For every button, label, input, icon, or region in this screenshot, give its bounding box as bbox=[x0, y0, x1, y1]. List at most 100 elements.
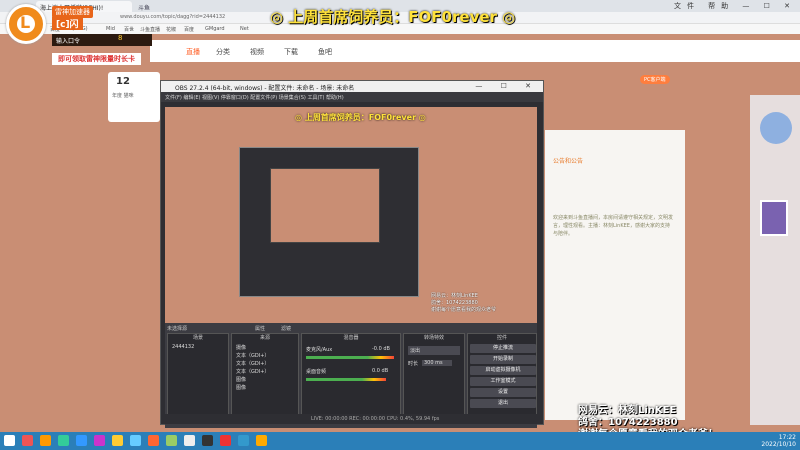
source-item[interactable]: 文本（GDI+） bbox=[236, 360, 269, 367]
exit-button[interactable]: 退出 bbox=[470, 399, 536, 408]
chat-header: 公告和公告 bbox=[553, 158, 584, 165]
source-item[interactable]: 图像 bbox=[236, 384, 246, 391]
mixer-channel-db: -0.0 dB bbox=[372, 346, 390, 352]
mixer-dock-title: 混音器 bbox=[343, 335, 359, 341]
app-icon[interactable] bbox=[76, 435, 87, 446]
nested-overlay-line: 鸽舍：1074223880 bbox=[431, 300, 478, 306]
bookmark-item[interactable]: 百世 bbox=[124, 26, 134, 33]
mixer-channel-db: 0.0 dB bbox=[372, 368, 389, 374]
clock-date: 2022/10/10 bbox=[761, 441, 796, 448]
sources-dock: 来源 摄像 文本（GDI+） 文本（GDI+） 文本（GDI+） 图像 图像 bbox=[231, 333, 299, 423]
chat-panel: 公告和公告 欢迎来到斗鱼直播间，本房间请遵守相关规定，文明发言，理性观看。主播：… bbox=[545, 130, 685, 420]
promo-text: 即可领取雷神限量时长卡 bbox=[52, 53, 141, 65]
volume-meter bbox=[306, 378, 386, 381]
transitions-dock: 转场特效 淡出 时长 300 ms bbox=[403, 333, 465, 423]
bookmark-item[interactable]: Net bbox=[240, 26, 249, 32]
duration-label: 时长 bbox=[408, 361, 419, 367]
bookmark-item[interactable]: 花椒 bbox=[166, 26, 176, 33]
nav-item-forum[interactable]: 鱼吧 bbox=[318, 47, 332, 57]
bookmark-item[interactable]: GMgard bbox=[205, 26, 225, 32]
taskbar: 17:22 2022/10/10 bbox=[0, 432, 800, 450]
controls-dock: 控件 停止推流 开始录制 启动虚拟摄像机 工作室模式 设置 退出 bbox=[467, 333, 537, 423]
promo-code-box: 输入口令 bbox=[52, 34, 152, 46]
source-item[interactable]: 文本（GDI+） bbox=[236, 352, 269, 359]
overlay-line-netease: 网易云：林刻LinKEE bbox=[578, 405, 677, 416]
window-controls[interactable]: 文件 帮助 — ☐ ✕ bbox=[674, 1, 796, 11]
app-icon[interactable] bbox=[166, 435, 177, 446]
right-sidebar bbox=[750, 95, 800, 425]
mixer-dock: 混音器 麦克风/Aux -0.0 dB 桌面音频 0.0 dB bbox=[301, 333, 401, 423]
overlay-line-qq: 鸽舍：1074223880 bbox=[578, 417, 678, 428]
accelerator-logo: L bbox=[6, 4, 46, 44]
nested-obs-window bbox=[239, 147, 419, 297]
duration-input[interactable]: 300 ms bbox=[422, 360, 452, 366]
studio-mode-button[interactable]: 工作室模式 bbox=[470, 377, 536, 386]
obs-window: OBS 27.2.4 (64-bit, windows) - 配置文件: 未命名… bbox=[160, 80, 544, 428]
browser-tab[interactable]: 斗鱼 bbox=[134, 1, 174, 12]
bookmark-item[interactable]: 斗鱼直播 bbox=[140, 26, 160, 33]
no-source-label: 未选择源 bbox=[167, 326, 188, 332]
nav-item-category[interactable]: 分类 bbox=[216, 47, 230, 57]
mixer-channel-name: 麦克风/Aux bbox=[306, 347, 333, 353]
chat-announcement: 欢迎来到斗鱼直播间，本房间请遵守相关规定，文明发言，理性观看。主播：林刻LinK… bbox=[553, 215, 674, 237]
app-icon[interactable] bbox=[58, 435, 69, 446]
clock-time: 17:22 bbox=[778, 434, 796, 441]
app-icon[interactable] bbox=[256, 435, 267, 446]
avatar[interactable] bbox=[760, 112, 792, 144]
sources-dock-title: 来源 bbox=[259, 335, 270, 341]
settings-button[interactable]: 设置 bbox=[470, 388, 536, 397]
tab-properties[interactable]: 属性 bbox=[255, 325, 265, 332]
stop-streaming-button[interactable]: 停止推流 bbox=[470, 344, 536, 353]
start-recording-button[interactable]: 开始录制 bbox=[470, 355, 536, 364]
source-item[interactable]: 图像 bbox=[236, 376, 246, 383]
nav-item-live[interactable]: 直播 bbox=[186, 47, 200, 57]
obs-lower-panel: 未选择源 属性 滤镜 场景 2444132 来源 摄像 文本（GDI+） 文本（… bbox=[165, 323, 537, 428]
pc-client-button[interactable]: PC客户端 bbox=[640, 75, 670, 84]
site-nav: 直播 分类 视频 下载 鱼吧 bbox=[150, 40, 800, 62]
start-icon[interactable] bbox=[4, 435, 15, 446]
gift-card-image[interactable] bbox=[760, 200, 788, 236]
app-icon[interactable] bbox=[130, 435, 141, 446]
scenes-dock-title: 场景 bbox=[192, 335, 203, 341]
obs-preview: ◎ 上周首席饲养员：FOF0rever ◎ 网易云：林刻LinKEE 鸽舍：10… bbox=[165, 107, 537, 428]
nested-overlay-text: 网易云：林刻LinKEE 鸽舍：1074223880 谢谢每个愿意看我的观众老爷 bbox=[431, 293, 496, 314]
nested-preview bbox=[270, 168, 380, 243]
obs-icon[interactable] bbox=[202, 435, 213, 446]
obs-menu-bar[interactable]: 文件(F) 编辑(E) 视图(V) 停靠窗口(D) 配置文件(P) 场景集合(S… bbox=[161, 92, 543, 102]
scenes-dock: 场景 2444132 bbox=[167, 333, 229, 423]
system-clock[interactable]: 17:22 2022/10/10 bbox=[761, 434, 796, 448]
app-icon[interactable] bbox=[184, 435, 195, 446]
app-icon[interactable] bbox=[112, 435, 123, 446]
scene-item[interactable]: 2444132 bbox=[172, 344, 194, 350]
obs-status-bar: LIVE: 00:00:00 REC: 00:00:00 CPU: 0.4%, … bbox=[161, 414, 543, 424]
controls-dock-title: 控件 bbox=[496, 335, 507, 341]
source-item[interactable]: 摄像 bbox=[236, 344, 246, 351]
app-icon[interactable] bbox=[40, 435, 51, 446]
app-icon[interactable] bbox=[238, 435, 249, 446]
logo-mark-icon: L bbox=[20, 13, 31, 32]
nested-title-overlay: ◎ 上周首席饲养员：FOF0rever ◎ bbox=[295, 113, 426, 122]
app-icon[interactable] bbox=[94, 435, 105, 446]
level-panel: 12 年度 猫咪 bbox=[108, 72, 160, 122]
stream-title-overlay: ◎ 上周首席饲养员：FOF0rever ◎ bbox=[270, 8, 516, 26]
nav-item-download[interactable]: 下载 bbox=[284, 47, 298, 57]
source-item[interactable]: 文本（GDI+） bbox=[236, 368, 269, 375]
volume-meter bbox=[306, 356, 394, 359]
level-number: 12 bbox=[116, 76, 130, 87]
virtual-camera-button[interactable]: 启动虚拟摄像机 bbox=[470, 366, 536, 375]
nested-overlay-line: 网易云：林刻LinKEE bbox=[431, 293, 478, 299]
app-icon[interactable] bbox=[148, 435, 159, 446]
nav-item-video[interactable]: 视频 bbox=[250, 47, 264, 57]
url-field[interactable]: www.douyu.com/topic/dagg?rid=2444132 bbox=[120, 14, 270, 22]
app-icon[interactable] bbox=[220, 435, 231, 446]
mixer-channel-name: 桌面音频 bbox=[306, 369, 327, 375]
app-icon[interactable] bbox=[22, 435, 33, 446]
bookmark-item[interactable]: 百度 bbox=[184, 26, 194, 33]
tab-filters[interactable]: 滤镜 bbox=[281, 325, 291, 332]
nested-overlay-line: 谢谢每个愿意看我的观众老爷 bbox=[431, 307, 497, 313]
bookmark-item[interactable]: Mid bbox=[106, 26, 115, 32]
transition-select[interactable]: 淡出 bbox=[408, 346, 460, 355]
level-label: 年度 猫咪 bbox=[112, 93, 134, 99]
brand-tag-secondary: [c]闪 bbox=[52, 17, 83, 30]
obs-window-controls[interactable]: — ☐ ✕ bbox=[475, 82, 539, 90]
